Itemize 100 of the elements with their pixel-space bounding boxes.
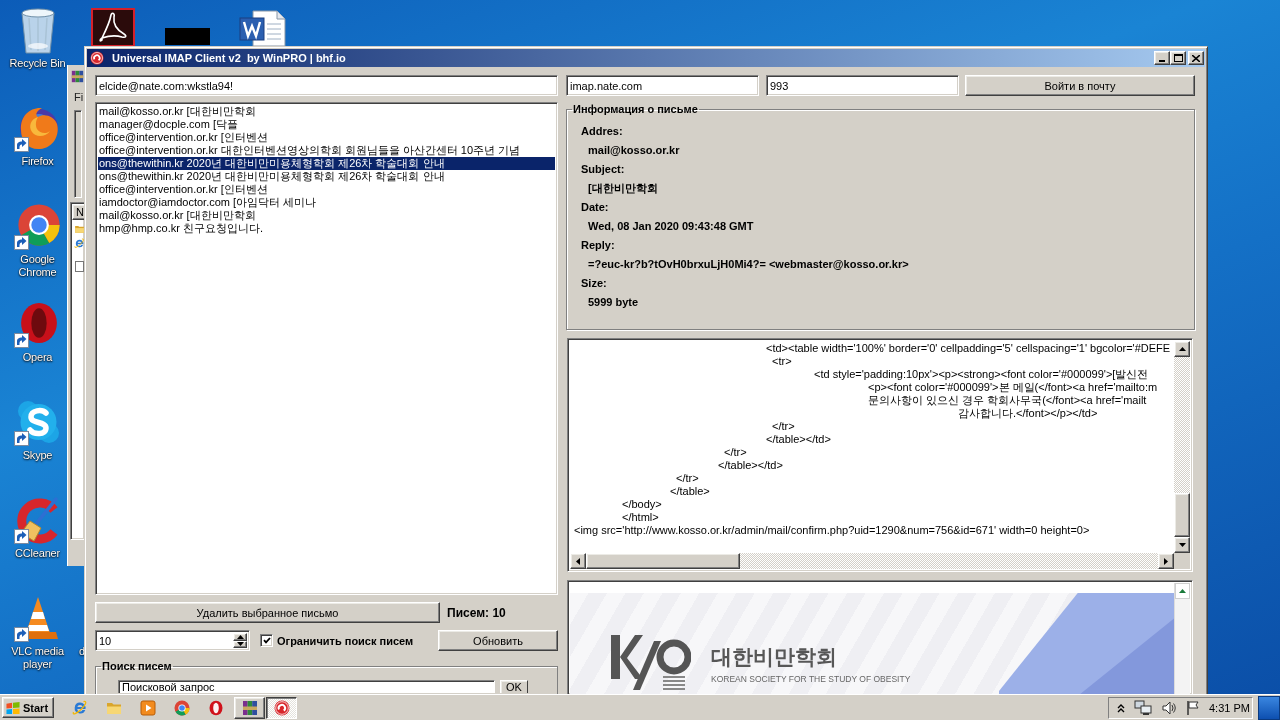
field-value: [대한비만학회 [588, 181, 658, 196]
icon-label[interactable]: d [75, 645, 85, 692]
checkmark-icon [262, 637, 271, 644]
icon-label[interactable]: Opera [22, 351, 53, 364]
scrollbar-thumb[interactable] [586, 553, 741, 569]
field-label: Addres: [581, 124, 623, 139]
source-line: </tr> [772, 420, 795, 433]
e-globe-icon [74, 238, 85, 249]
delete-button[interactable]: Удалить выбранное письмо [95, 602, 440, 623]
horizontal-scrollbar[interactable] [570, 553, 1174, 569]
minimize-button[interactable] [1154, 51, 1170, 65]
icon-label[interactable]: Skype [22, 449, 53, 462]
source-line: 감사합니다.</font></p></td> [958, 407, 1098, 420]
four-color-flag-icon [5, 700, 21, 715]
refresh-button[interactable]: Обновить [438, 630, 558, 651]
scroll-right-button[interactable] [1158, 553, 1174, 569]
network-icon[interactable] [1134, 699, 1152, 716]
field-label: Subject: [581, 162, 625, 177]
up-triangle-icon [1178, 347, 1186, 351]
maximize-icon [1173, 54, 1183, 62]
source-line: </body> [622, 498, 662, 511]
window-title: Universal IMAP Client v2 by WinPRO | bhf.io [112, 52, 346, 64]
vertical-scrollbar[interactable] [1174, 341, 1190, 553]
message-row[interactable]: office@intervention.or.kr [인터벤션 [98, 183, 555, 196]
port-field[interactable]: 993 [766, 75, 959, 96]
login-button[interactable]: Войти в почту [965, 75, 1195, 96]
up-chevron-icon[interactable] [1117, 702, 1125, 713]
up-triangle-icon [1179, 589, 1186, 593]
swirl-badge-icon [90, 51, 104, 65]
icon-label[interactable]: Firefox [21, 155, 54, 168]
source-line: 문의사항이 있으신 경우 학회사무국(</font><a href='mailt [868, 394, 1147, 407]
message-row[interactable]: office@intervention.or.kr 대한인터벤션영상의학회 회원님들을 아산간센터 10주년 기념 [98, 144, 555, 157]
message-row[interactable]: ons@thewithin.kr 2020년 대한비만미용체형학회 제26차 학술대회 안내 [98, 170, 555, 183]
pdf-document-icon[interactable] [90, 8, 135, 46]
search-field[interactable]: Поисковой запрос [118, 680, 495, 693]
swirl-badge-icon [273, 699, 290, 716]
source-line: <p><font color='#000099'>본 메일(</font><a href='mailto:m [868, 381, 1158, 394]
message-row[interactable]: hmp@hmp.co.kr 친구요청입니다. [98, 222, 555, 235]
message-row[interactable]: mail@kosso.or.kr [대한비만학회 [98, 209, 555, 222]
icon-label[interactable]: CCleaner [15, 547, 60, 560]
cloud-s-icon[interactable] [13, 398, 62, 446]
vertical-scrollbar[interactable] [1174, 583, 1190, 694]
icon-label[interactable]: Recycle Bin [9, 57, 66, 70]
e-globe-icon[interactable] [72, 699, 88, 716]
checkbox-label[interactable]: Ограничить поиск писем [277, 634, 414, 647]
source-line: </table> [670, 485, 710, 498]
message-row[interactable]: ons@thewithin.kr 2020년 대한비만미용체형학회 제26차 학술대회 안내 [98, 157, 555, 170]
login-field[interactable]: elcide@nate.com:wkstla94! [95, 75, 558, 96]
banner-subtitle: KOREAN SOCIETY FOR THE STUDY OF OBESITY [711, 674, 911, 684]
stacked-books-icon[interactable] [71, 70, 84, 83]
source-line: </table></td> [718, 459, 783, 472]
source-line: </tr> [676, 472, 699, 485]
oval-ring-icon[interactable] [208, 699, 224, 716]
close-button[interactable] [1188, 51, 1204, 65]
source-line: <td style='padding:10px'><p><strong><font color='#000099'>[발신전 [814, 368, 1149, 381]
close-icon [1192, 54, 1200, 62]
message-list[interactable] [95, 102, 558, 595]
banner-heading: 대한비만학회 [711, 645, 837, 669]
scroll-left-button[interactable] [570, 553, 586, 569]
menu-item[interactable]: Fi [74, 91, 84, 104]
field-value: Wed, 08 Jan 2020 09:43:48 GMT [588, 219, 754, 234]
start-button[interactable]: Start [2, 697, 54, 718]
flag-icon[interactable] [1186, 699, 1200, 716]
ok-button[interactable]: OK [500, 680, 528, 693]
source-line: </tr> [724, 446, 747, 459]
word-document-icon[interactable] [238, 10, 287, 46]
tricolor-circle-icon[interactable] [174, 699, 190, 716]
field-value: 5999 byte [588, 295, 639, 310]
scrollbar-thumb[interactable] [1174, 492, 1190, 537]
message-count: Писем: 10 [447, 605, 506, 620]
folder-icon [74, 224, 85, 234]
field-label: Date: [581, 200, 609, 215]
stacked-books-icon [241, 699, 258, 716]
server-field[interactable]: imap.nate.com [566, 75, 759, 96]
field-value: mail@kosso.or.kr [588, 143, 680, 158]
clock: 4:31 PM [1209, 701, 1250, 714]
taskbar-button[interactable] [266, 696, 297, 719]
message-row[interactable]: office@intervention.or.kr [인터벤션 [98, 131, 555, 144]
source-line: </table></td> [766, 433, 831, 446]
message-row[interactable]: mail@kosso.or.kr [대한비만학회 [98, 105, 555, 118]
show-desktop-button[interactable] [1258, 695, 1280, 720]
source-line: </html> [622, 511, 659, 524]
source-line: <tr> [772, 355, 792, 368]
icon-label[interactable]: VLC media player [8, 645, 67, 671]
icon-label[interactable]: Google Chrome [8, 253, 67, 279]
source-line: <td><table width='100%' border='0' cellpadding='5' cellspacing='1' bgcolor='#DEFE [766, 342, 1171, 355]
tricolor-circle-icon[interactable] [13, 202, 62, 250]
checkbox[interactable] [260, 634, 273, 647]
message-row[interactable]: manager@docple.com [닥플 [98, 118, 555, 131]
html-source-view[interactable] [567, 338, 1193, 572]
play-tile-icon[interactable] [140, 699, 156, 716]
scroll-down-button[interactable] [1174, 537, 1190, 553]
group-title: Информация о письме [572, 103, 699, 116]
maximize-button[interactable] [1170, 51, 1186, 65]
left-triangle-icon [576, 557, 580, 565]
speaker-icon[interactable] [1161, 699, 1177, 716]
scrollbar-corner [1174, 553, 1190, 569]
minimize-icon [1159, 60, 1165, 62]
source-line: <img src='http://www.kosso.or.kr/admin/mail/confirm.php?uid=1290&num=756&id=671' width=0 height=0> [574, 524, 1090, 537]
message-row[interactable]: iamdoctor@iamdoctor.com [아임닥터 세미나 [98, 196, 555, 209]
